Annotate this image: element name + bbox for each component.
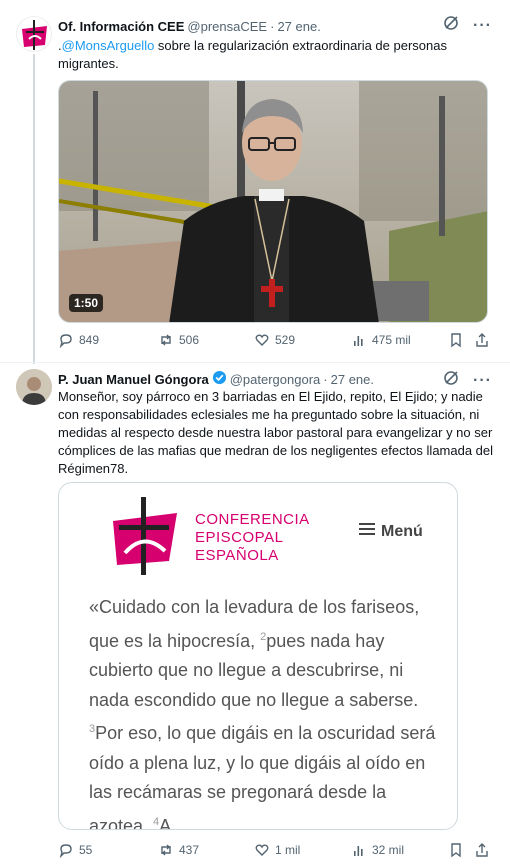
like-count: 529 [275, 333, 296, 347]
more-icon[interactable]: ··· [473, 372, 492, 389]
tweet-date[interactable]: 27 ene. [331, 372, 374, 387]
reply-icon [58, 842, 74, 858]
video-player[interactable]: 1:50 [58, 80, 488, 323]
author-name[interactable]: Of. Información CEE [58, 19, 184, 34]
avatar-prensacee[interactable] [16, 16, 52, 52]
quote-text: «Cuidado con la levadura de los fariseos… [89, 593, 439, 830]
reply-button[interactable]: 55 [58, 842, 92, 858]
tweet-date[interactable]: 27 ene. [277, 19, 320, 34]
reply-count: 849 [79, 333, 100, 347]
views-icon [351, 842, 367, 858]
tweet-divider [0, 362, 510, 363]
bookmark-button[interactable] [448, 842, 464, 858]
author-handle[interactable]: @patergongora [230, 372, 321, 387]
action-bar: 55 437 1 mil 32 mil [58, 842, 498, 862]
views-button[interactable]: 475 mil [351, 332, 411, 348]
logo-text: CONFERENCIA EPISCOPAL ESPAÑOLA [195, 511, 310, 565]
repost-count: 506 [179, 333, 200, 347]
bookmark-button[interactable] [448, 332, 464, 348]
separator-dot: · [270, 18, 275, 34]
views-count: 32 mil [372, 843, 405, 857]
author-name[interactable]: P. Juan Manuel Góngora [58, 372, 209, 387]
tweet-header-icons: ··· [443, 15, 492, 36]
logo-line-1: CONFERENCIA [195, 511, 310, 528]
like-icon [254, 842, 270, 858]
views-button[interactable]: 32 mil [351, 842, 404, 858]
bookmark-icon [448, 842, 464, 858]
tweet-header: P. Juan Manuel Góngora @patergongora · 2… [58, 369, 374, 389]
reply-count: 55 [79, 843, 93, 857]
repost-icon [158, 842, 174, 858]
action-bar: 849 506 529 475 mil [58, 332, 498, 352]
share-icon [474, 332, 490, 348]
like-count: 1 mil [275, 843, 301, 857]
logo-line-3: ESPAÑOLA [195, 547, 279, 564]
avatar-patergongora[interactable] [16, 369, 52, 405]
mention-link[interactable]: @MonsArguello [62, 38, 155, 53]
quote-part: Por eso, lo que digáis en la oscuridad s… [89, 723, 436, 830]
verified-badge-icon [212, 370, 227, 388]
tweet-patergongora[interactable]: P. Juan Manuel Góngora @patergongora · 2… [0, 364, 510, 864]
bookmark-icon [448, 332, 464, 348]
tweet-text: .@MonsArguello sobre la regularización e… [58, 37, 496, 73]
share-button[interactable] [474, 842, 490, 858]
like-icon [254, 332, 270, 348]
tweet-text: Monseñor, soy párroco en 3 barriadas en … [58, 389, 494, 476]
separator-dot: · [323, 371, 328, 387]
repost-button[interactable]: 506 [158, 332, 199, 348]
grok-icon[interactable] [443, 15, 459, 36]
image-card[interactable]: CONFERENCIA EPISCOPAL ESPAÑOLA Menú «Cui… [58, 482, 458, 830]
quote-part: A [159, 815, 172, 830]
tweet-header: Of. Información CEE @prensaCEE · 27 ene. [58, 16, 321, 36]
video-duration: 1:50 [69, 294, 104, 312]
more-icon[interactable]: ··· [473, 17, 492, 34]
share-icon [474, 842, 490, 858]
repost-button[interactable]: 437 [158, 842, 199, 858]
menu-label: Menú [381, 522, 423, 540]
author-handle[interactable]: @prensaCEE [187, 19, 267, 34]
views-icon [351, 332, 367, 348]
repost-icon [158, 332, 174, 348]
menu-button: Menú [359, 522, 423, 541]
like-button[interactable]: 1 mil [254, 842, 300, 858]
video-thumbnail [59, 81, 487, 322]
tweet-prensacee[interactable]: Of. Información CEE @prensaCEE · 27 ene.… [0, 0, 510, 364]
like-button[interactable]: 529 [254, 332, 295, 348]
repost-count: 437 [179, 843, 200, 857]
reply-icon [58, 332, 74, 348]
logo-line-2: EPISCOPAL [195, 529, 284, 546]
reply-button[interactable]: 849 [58, 332, 99, 348]
cee-logo: CONFERENCIA EPISCOPAL ESPAÑOLA [107, 491, 367, 575]
menu-hamburger-icon [359, 522, 375, 541]
share-button[interactable] [474, 332, 490, 348]
views-count: 475 mil [372, 333, 411, 347]
